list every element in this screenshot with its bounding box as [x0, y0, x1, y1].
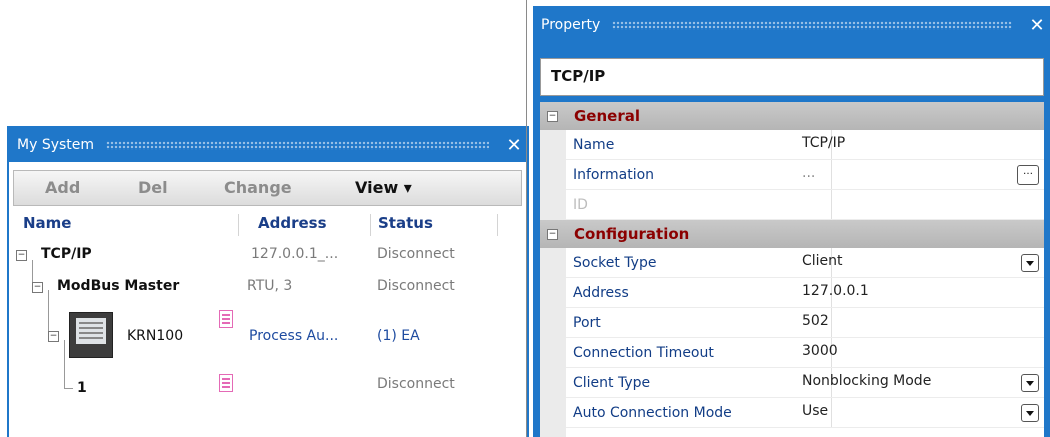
category-configuration[interactable]: − Configuration	[540, 220, 1044, 248]
category-label: General	[574, 107, 640, 125]
property-row-client-type[interactable]: Client Type Nonblocking Mode	[566, 368, 1044, 398]
krn100-device-icon	[69, 312, 113, 358]
selected-object-name: TCP/IP	[540, 58, 1044, 96]
property-key: Connection Timeout	[573, 345, 714, 361]
tree-row-tcpip[interactable]: − TCP/IP 127.0.0.1_... Disconnect	[9, 240, 527, 270]
column-divider[interactable]	[497, 214, 498, 236]
property-row-port[interactable]: Port 502	[566, 308, 1044, 338]
add-button[interactable]: Add	[45, 178, 80, 197]
property-divider[interactable]	[831, 160, 832, 189]
row-name: ModBus Master	[57, 278, 180, 294]
row-status: Disconnect	[377, 246, 455, 262]
property-divider[interactable]	[831, 398, 832, 427]
row-name: TCP/IP	[41, 246, 92, 262]
property-key: Client Type	[573, 375, 651, 391]
property-divider[interactable]	[831, 308, 832, 337]
change-button[interactable]: Change	[224, 178, 292, 197]
property-title: Property	[541, 17, 601, 33]
category-general[interactable]: − General	[540, 102, 1044, 130]
dropdown-arrow-icon[interactable]	[1021, 254, 1039, 272]
row-status: (1) EA	[377, 328, 420, 344]
minus-box-icon[interactable]: −	[547, 229, 558, 240]
property-value[interactable]: Client	[802, 253, 843, 269]
row-address: RTU, 3	[247, 278, 293, 294]
column-status[interactable]: Status	[378, 214, 433, 232]
minus-box-icon[interactable]: −	[16, 250, 27, 261]
property-value[interactable]: 3000	[802, 343, 838, 359]
row-address: 127.0.0.1_...	[251, 246, 339, 262]
del-button[interactable]: Del	[138, 178, 168, 197]
property-value[interactable]: Nonblocking Mode	[802, 373, 931, 389]
selected-object-label: TCP/IP	[551, 67, 606, 85]
property-row-connection-timeout[interactable]: Connection Timeout 3000	[566, 338, 1044, 368]
view-menu-button[interactable]: View ▾	[355, 178, 412, 197]
property-key: ID	[573, 197, 588, 213]
property-row-name[interactable]: Name TCP/IP	[566, 130, 1044, 160]
column-name[interactable]: Name	[23, 214, 71, 232]
property-grid: − General Name TCP/IP Information ... … …	[540, 102, 1044, 437]
row-address: Process Au...	[249, 328, 339, 344]
close-icon[interactable]: ✕	[501, 135, 527, 156]
minus-box-icon[interactable]: −	[48, 331, 59, 342]
row-status: Disconnect	[377, 278, 455, 294]
property-value[interactable]: Use	[802, 403, 828, 419]
tree-row-modbus-master[interactable]: − ModBus Master RTU, 3 Disconnect	[9, 272, 527, 302]
panel-splitter[interactable]	[526, 0, 527, 437]
column-address[interactable]: Address	[258, 214, 327, 232]
category-label: Configuration	[574, 225, 690, 243]
property-key: Name	[573, 137, 615, 153]
row-status: Disconnect	[377, 376, 455, 392]
property-value[interactable]: ...	[802, 165, 815, 181]
minus-box-icon[interactable]: −	[32, 282, 43, 293]
column-divider[interactable]	[370, 214, 371, 236]
my-system-title: My System	[17, 137, 95, 153]
dropdown-arrow-icon[interactable]	[1021, 404, 1039, 422]
property-titlebar[interactable]: Property ✕	[533, 6, 1050, 44]
document-icon[interactable]	[219, 310, 233, 328]
minus-box-icon[interactable]: −	[547, 111, 558, 122]
close-icon[interactable]: ✕	[1024, 15, 1050, 36]
property-row-id[interactable]: ID	[566, 190, 1044, 220]
property-value[interactable]: 127.0.0.1	[802, 283, 869, 299]
tree-row-krn100[interactable]: − KRN100 Process Au... (1) EA	[9, 304, 527, 364]
property-row-socket-type[interactable]: Socket Type Client	[566, 248, 1044, 278]
property-key: Information	[573, 167, 655, 183]
row-name: 1	[77, 380, 87, 396]
property-value[interactable]: TCP/IP	[802, 135, 845, 151]
my-system-toolbar: Add Del Change View ▾	[13, 170, 522, 206]
my-system-panel: My System ✕ Add Del Change View ▾ Name A…	[7, 126, 529, 437]
property-panel: Property ✕ TCP/IP − General Name TCP/IP …	[533, 6, 1050, 437]
property-divider[interactable]	[831, 190, 832, 219]
property-row-information[interactable]: Information ... …	[566, 160, 1044, 190]
property-value[interactable]: 502	[802, 313, 829, 329]
property-row-address[interactable]: Address 127.0.0.1	[566, 278, 1044, 308]
property-grid-gutter	[540, 102, 566, 437]
column-divider[interactable]	[238, 214, 239, 236]
property-key: Auto Connection Mode	[573, 405, 732, 421]
titlebar-grip[interactable]	[106, 140, 489, 150]
row-name: KRN100	[127, 328, 184, 344]
property-key: Port	[573, 315, 601, 331]
property-key: Socket Type	[573, 255, 657, 271]
titlebar-grip[interactable]	[612, 20, 1012, 30]
my-system-titlebar[interactable]: My System ✕	[9, 128, 527, 162]
tree-row-channel-1[interactable]: 1 Disconnect	[9, 370, 527, 400]
property-key: Address	[573, 285, 629, 301]
column-header: Name Address Status	[13, 214, 522, 236]
dropdown-arrow-icon[interactable]	[1021, 374, 1039, 392]
document-icon[interactable]	[219, 374, 233, 392]
property-row-auto-connection-mode[interactable]: Auto Connection Mode Use	[566, 398, 1044, 428]
ellipsis-button-icon[interactable]: …	[1017, 165, 1039, 185]
